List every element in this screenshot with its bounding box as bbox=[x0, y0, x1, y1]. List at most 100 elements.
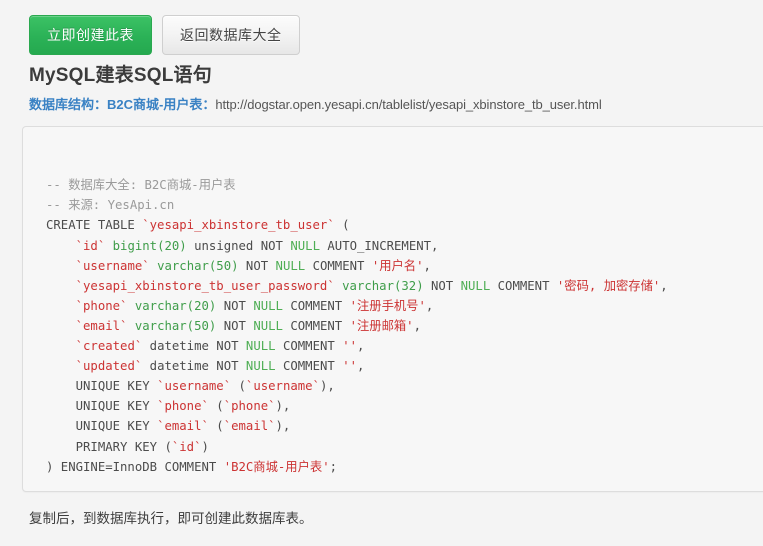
code-line: UNIQUE KEY `email` (`email`), bbox=[46, 419, 291, 434]
code-token: '' bbox=[342, 359, 357, 374]
subtitle-separator: ： bbox=[202, 97, 216, 112]
code-line: -- 数据库大全: B2C商城-用户表 bbox=[46, 178, 236, 192]
code-token: NULL bbox=[290, 238, 320, 253]
code-token: `yesapi_xbinstore_tb_user_password` bbox=[75, 278, 335, 293]
code-token: '注册手机号' bbox=[349, 298, 426, 313]
code-token: , bbox=[413, 318, 421, 333]
create-table-button[interactable]: 立即创建此表 bbox=[29, 15, 152, 55]
code-line: `email` varchar(50) NOT NULL COMMENT '注册… bbox=[46, 319, 421, 333]
code-token: ) ENGINE=InnoDB COMMENT bbox=[46, 459, 224, 474]
code-token: , bbox=[660, 278, 668, 293]
code-token: bigint(20) bbox=[112, 238, 187, 253]
footer-instruction: 复制后，到数据库执行，即可创建此数据库表。 bbox=[29, 511, 313, 526]
code-token: '用户名' bbox=[371, 258, 424, 273]
code-token: ( bbox=[208, 399, 224, 414]
code-token: NULL bbox=[245, 359, 276, 374]
code-token: `phone` bbox=[75, 298, 128, 313]
code-token: , bbox=[357, 359, 365, 374]
code-token: NULL bbox=[245, 339, 276, 354]
code-token: PRIMARY KEY ( bbox=[46, 439, 172, 454]
code-line: `phone` varchar(20) NOT NULL COMMENT '注册… bbox=[46, 298, 434, 313]
code-token: `id` bbox=[75, 238, 106, 253]
page-root: 立即创建此表 返回数据库大全 MySQL建表SQL语句 数据库结构：B2C商城-… bbox=[0, 0, 763, 546]
code-token: NOT bbox=[216, 318, 254, 333]
code-token: `username` bbox=[157, 379, 232, 394]
sql-code-panel[interactable]: -- 数据库大全: B2C商城-用户表 -- 来源: YesApi.cn CRE… bbox=[22, 126, 763, 492]
code-token: '密码, 加密存储' bbox=[556, 278, 661, 293]
code-token: NOT bbox=[216, 298, 254, 313]
database-structure-label: 数据库结构： bbox=[29, 97, 108, 112]
code-token: , bbox=[423, 258, 431, 273]
table-url-link[interactable]: http://dogstar.open.yesapi.cn/tablelist/… bbox=[215, 97, 601, 112]
code-token: ), bbox=[275, 399, 291, 414]
code-token: `phone` bbox=[223, 399, 276, 414]
code-token: `id` bbox=[171, 439, 202, 454]
code-token: UNIQUE KEY bbox=[46, 379, 158, 394]
code-token: varchar(20) bbox=[134, 298, 217, 313]
code-token: COMMENT bbox=[490, 278, 557, 293]
table-name-link[interactable]: B2C商城-用户表 bbox=[107, 97, 202, 112]
code-token: -- 数据库大全: B2C商城-用户表 bbox=[46, 178, 236, 193]
code-token: ), bbox=[275, 419, 291, 434]
code-token: unsigned NOT bbox=[186, 238, 291, 253]
code-token: '' bbox=[342, 339, 357, 354]
database-structure-line: 数据库结构：B2C商城-用户表：http://dogstar.open.yesa… bbox=[29, 96, 602, 114]
code-line: PRIMARY KEY (`id`) bbox=[46, 440, 209, 454]
code-line: `created` datetime NOT NULL COMMENT '', bbox=[46, 339, 365, 354]
code-token: `updated` bbox=[75, 359, 143, 374]
code-token: AUTO_INCREMENT, bbox=[319, 238, 439, 253]
code-token: ( bbox=[208, 419, 224, 434]
code-token: `username` bbox=[245, 379, 320, 394]
code-line: `updated` datetime NOT NULL COMMENT '', bbox=[46, 359, 365, 374]
code-token: `username` bbox=[75, 258, 150, 273]
code-token: '注册邮箱' bbox=[349, 318, 414, 333]
code-token: `yesapi_xbinstore_tb_user` bbox=[142, 218, 335, 233]
code-token: -- 来源: YesApi.cn bbox=[46, 198, 175, 213]
action-toolbar: 立即创建此表 返回数据库大全 bbox=[29, 15, 300, 55]
code-token: ( bbox=[334, 218, 350, 233]
code-token: COMMENT bbox=[305, 258, 372, 273]
code-token: COMMENT bbox=[282, 318, 350, 333]
code-token: ), bbox=[319, 379, 335, 394]
code-token: ) bbox=[201, 439, 209, 454]
sql-code-block[interactable]: -- 数据库大全: B2C商城-用户表 -- 来源: YesApi.cn CRE… bbox=[46, 175, 763, 476]
code-line: `id` bigint(20) unsigned NOT NULL AUTO_I… bbox=[46, 238, 439, 253]
code-token: `phone` bbox=[157, 399, 209, 414]
code-token: 'B2C商城-用户表' bbox=[223, 459, 330, 474]
code-token: `email` bbox=[75, 318, 128, 333]
code-token: UNIQUE KEY bbox=[46, 399, 158, 414]
code-token: ( bbox=[231, 379, 246, 394]
code-token: , bbox=[425, 298, 434, 313]
code-token: `email` bbox=[157, 419, 209, 434]
back-to-database-list-button[interactable]: 返回数据库大全 bbox=[162, 15, 300, 55]
code-token: varchar(32) bbox=[342, 278, 424, 293]
code-token: UNIQUE KEY bbox=[46, 419, 158, 434]
code-token: datetime NOT bbox=[142, 359, 246, 374]
code-line: UNIQUE KEY `username` (`username`), bbox=[46, 379, 335, 393]
code-token: COMMENT bbox=[282, 298, 350, 313]
code-token: `created` bbox=[75, 339, 143, 354]
code-token: varchar(50) bbox=[134, 318, 217, 333]
code-token: NULL bbox=[253, 298, 283, 313]
code-line: CREATE TABLE `yesapi_xbinstore_tb_user` … bbox=[46, 218, 350, 232]
code-token: CREATE TABLE bbox=[46, 218, 143, 233]
code-line: `yesapi_xbinstore_tb_user_password` varc… bbox=[46, 279, 668, 293]
code-token: `email` bbox=[223, 419, 276, 434]
code-token: varchar(50) bbox=[157, 258, 239, 273]
code-token: ; bbox=[329, 459, 337, 474]
code-token: NULL bbox=[253, 318, 283, 333]
code-token: COMMENT bbox=[275, 339, 343, 354]
code-line: `username` varchar(50) NOT NULL COMMENT … bbox=[46, 259, 431, 273]
code-token: COMMENT bbox=[275, 359, 343, 374]
